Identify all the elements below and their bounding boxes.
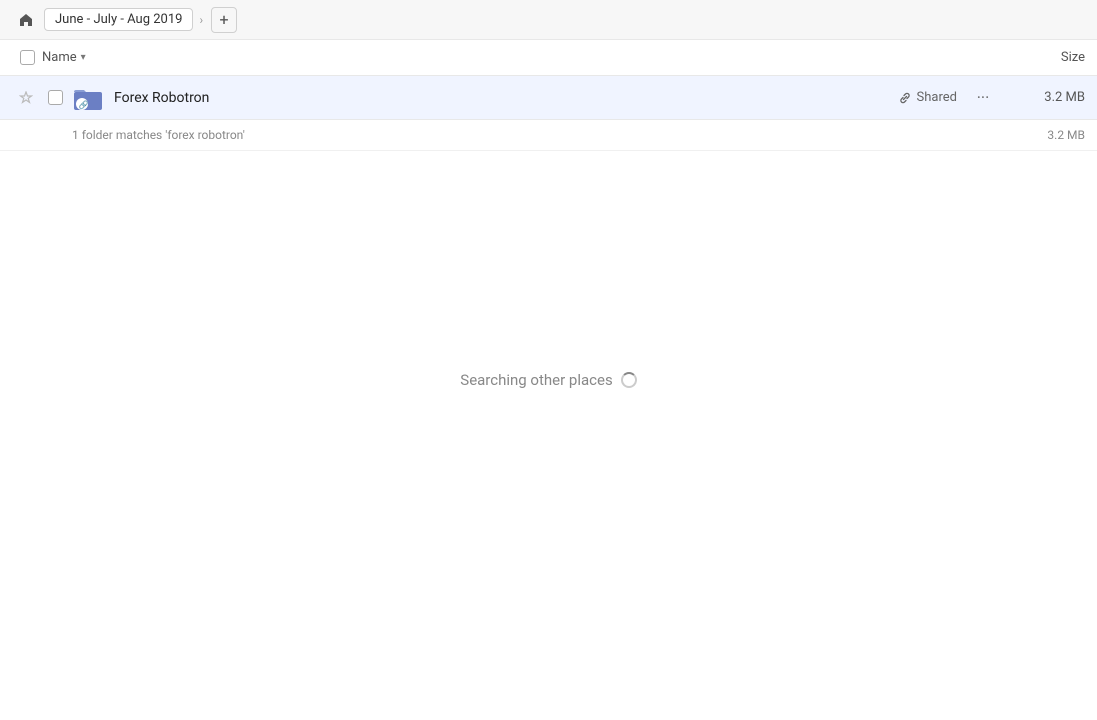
folder-icon-container: 🔗 — [70, 80, 106, 116]
name-sort-icon: ▾ — [81, 52, 86, 63]
top-bar: June - July - Aug 2019 › + — [0, 0, 1097, 40]
more-dots-icon: ··· — [977, 88, 990, 107]
more-options-button[interactable]: ··· — [969, 84, 997, 112]
file-name: Forex Robotron — [114, 90, 898, 106]
select-all-checkbox[interactable] — [20, 50, 35, 65]
home-button[interactable] — [12, 6, 40, 34]
size-column-header: Size — [1005, 50, 1085, 65]
shared-badge: Shared — [898, 90, 957, 105]
breadcrumb-arrow: › — [199, 13, 203, 27]
breadcrumb-label: June - July - Aug 2019 — [55, 12, 182, 27]
add-tab-label: + — [220, 10, 229, 29]
name-column-label: Name — [42, 50, 77, 65]
star-button[interactable] — [12, 91, 40, 105]
link-icon — [898, 91, 912, 105]
match-info-size: 3.2 MB — [1005, 128, 1085, 142]
breadcrumb-item[interactable]: June - July - Aug 2019 — [44, 8, 193, 31]
file-size: 3.2 MB — [1005, 90, 1085, 105]
home-icon — [18, 12, 34, 28]
row-checkbox-col — [40, 90, 70, 105]
row-checkbox[interactable] — [48, 90, 63, 105]
column-headers: Name ▾ Size — [0, 40, 1097, 76]
shared-label: Shared — [917, 90, 957, 105]
folder-icon: 🔗 — [72, 82, 104, 114]
loading-spinner — [621, 372, 637, 388]
name-column-header[interactable]: Name ▾ — [42, 50, 1005, 65]
add-tab-button[interactable]: + — [211, 7, 237, 33]
file-row[interactable]: 🔗 Forex Robotron Shared ··· 3.2 MB — [0, 76, 1097, 120]
size-column-label: Size — [1061, 50, 1085, 65]
svg-text:🔗: 🔗 — [79, 99, 89, 109]
star-icon — [19, 91, 33, 105]
select-all-checkbox-col — [12, 50, 42, 65]
searching-area: Searching other places — [0, 371, 1097, 389]
searching-label: Searching other places — [460, 371, 612, 389]
match-info-text: 1 folder matches 'forex robotron' — [72, 128, 1005, 142]
match-info-row: 1 folder matches 'forex robotron' 3.2 MB — [0, 120, 1097, 151]
